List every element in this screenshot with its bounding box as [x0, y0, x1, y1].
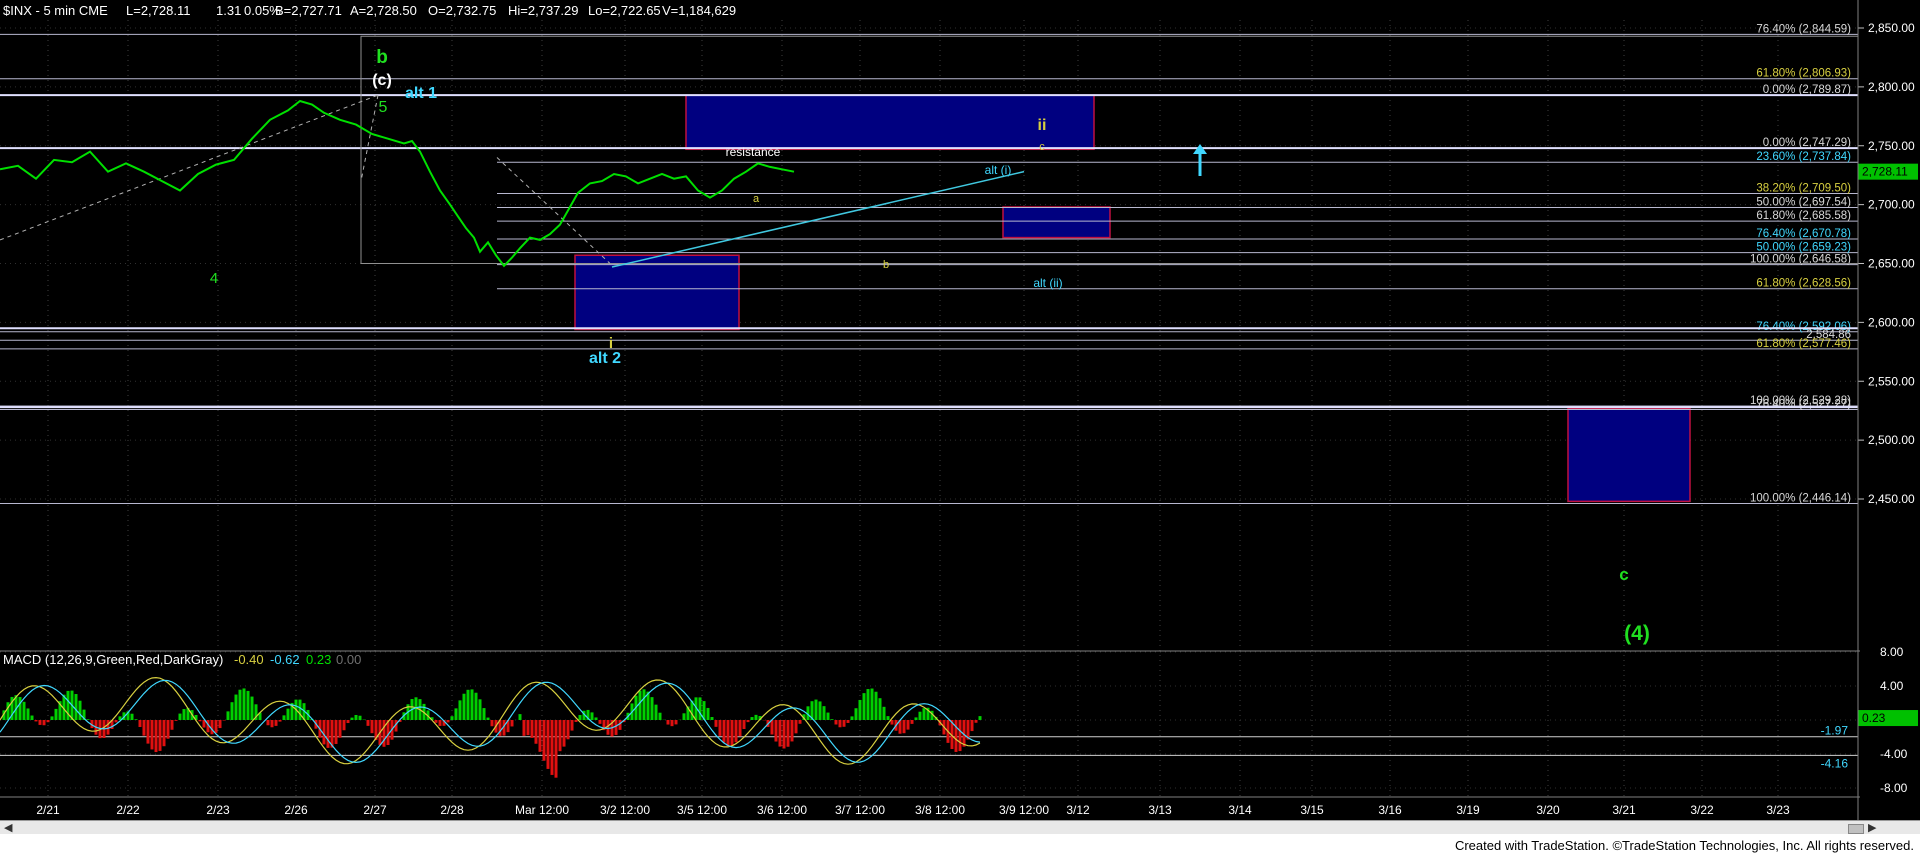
macd-readout: -4.16: [1821, 756, 1849, 770]
price-tick-label: 2,650.00: [1868, 257, 1915, 271]
wave-label: c: [1039, 141, 1045, 153]
fib-level-label: 61.80% (2,806.93): [1756, 68, 1851, 80]
macd-readout: 0.23: [1862, 711, 1886, 725]
time-tick-label: 2/26: [284, 803, 308, 817]
price-tick-label: 2,800.00: [1868, 80, 1915, 94]
wave-label: alt 1: [405, 85, 437, 102]
header-symbol: $INX - 5 min CME: [3, 3, 108, 18]
price-tick-label: 2,600.00: [1868, 315, 1915, 329]
wave-label: (4): [1624, 622, 1650, 645]
time-tick-label: 3/8 12:00: [915, 803, 965, 817]
time-tick-label: 2/22: [116, 803, 140, 817]
time-tick-label: 3/14: [1228, 803, 1252, 817]
macd-tick-label: 8.00: [1880, 645, 1904, 659]
scroll-left-icon[interactable]: ◀: [4, 821, 12, 834]
time-tick-label: 3/5 12:00: [677, 803, 727, 817]
scroll-thumb[interactable]: [1848, 824, 1864, 834]
macd-value-4: 0.00: [336, 652, 361, 667]
time-tick-label: 2/27: [363, 803, 387, 817]
time-tick-label: 3/12: [1066, 803, 1090, 817]
alt-2-box: [574, 254, 740, 331]
fib-level-label: 23.60% (2,737.84): [1756, 151, 1851, 163]
fib-level-label: 76.40% (2,670.78): [1756, 228, 1851, 240]
wave-c-box: [1567, 407, 1691, 503]
last-price-label: 2,728.11: [1862, 165, 1908, 179]
resistance-box: [685, 94, 1095, 151]
time-tick-label: 2/28: [440, 803, 464, 817]
time-tick-label: 3/2 12:00: [600, 803, 650, 817]
footer-bar: Created with TradeStation. ©TradeStation…: [0, 834, 1920, 858]
macd-tick-label: -8.00: [1880, 781, 1908, 795]
fib-level-label: 76.40% (2,527.27): [1756, 399, 1851, 411]
wave-label: alt 2: [589, 350, 621, 367]
wave-label: 4: [210, 270, 218, 287]
time-tick-label: 3/23: [1766, 803, 1790, 817]
price-tick-label: 2,750.00: [1868, 139, 1915, 153]
macd-tick-label: -4.00: [1880, 747, 1908, 761]
header-open: O=2,732.75: [428, 3, 496, 18]
price-tick-label: 2,550.00: [1868, 374, 1915, 388]
time-tick-label: 3/21: [1612, 803, 1636, 817]
wave-label: b: [883, 259, 889, 271]
header-change: 1.31: [216, 3, 241, 18]
fib-level-label: 38.20% (2,709.50): [1756, 182, 1851, 194]
time-tick-label: 3/13: [1148, 803, 1172, 817]
wave-label: i: [609, 335, 613, 352]
time-tick-label: 3/19: [1456, 803, 1480, 817]
time-tick-label: 3/20: [1536, 803, 1560, 817]
price-tick-label: 2,850.00: [1868, 21, 1915, 35]
time-tick-label: 3/15: [1300, 803, 1324, 817]
header-last: L=2,728.11: [126, 3, 190, 18]
time-tick-label: 3/9 12:00: [999, 803, 1049, 817]
time-tick-label: Mar 12:00: [515, 803, 569, 817]
wave-label: a: [753, 193, 760, 205]
wave-label: alt (i): [985, 163, 1012, 177]
scroll-right-icon[interactable]: ▶: [1868, 821, 1876, 834]
macd-value-1: -0.40: [234, 652, 264, 667]
header-volume: V=1,184,629: [662, 3, 736, 18]
time-tick-label: 3/16: [1378, 803, 1402, 817]
macd-value-2: -0.62: [270, 652, 300, 667]
wave-label: resistance: [726, 145, 781, 159]
header-ask: A=2,728.50: [350, 3, 417, 18]
macd-value-3: 0.23: [306, 652, 331, 667]
wave-label: 5: [379, 99, 388, 116]
fib-level-label: 61.80% (2,577.46): [1756, 338, 1851, 350]
time-tick-label: 3/6 12:00: [757, 803, 807, 817]
fib-level-label: 50.00% (2,659.23): [1756, 242, 1851, 254]
wave-label: (c): [372, 72, 392, 89]
header-bid: B=2,727.71: [275, 3, 342, 18]
horizontal-scrollbar[interactable]: ◀ ▶: [0, 820, 1920, 835]
header-high: Hi=2,737.29: [508, 3, 578, 18]
time-tick-label: 3/22: [1690, 803, 1714, 817]
macd-label: MACD (12,26,9,Green,Red,DarkGray): [3, 652, 223, 667]
fib-level-label: 76.40% (2,844.59): [1756, 23, 1851, 35]
wave-label: b: [376, 47, 388, 68]
wave-label: ii: [1038, 117, 1047, 134]
time-tick-label: 3/7 12:00: [835, 803, 885, 817]
fib-level-label: 50.00% (2,697.54): [1756, 197, 1851, 209]
alt-ii-box: [1002, 206, 1111, 239]
price-chart: $INX - 5 min CME L=2,728.11 1.31 0.05% B…: [0, 0, 1920, 820]
time-tick-label: 2/23: [206, 803, 230, 817]
price-tick-label: 2,450.00: [1868, 492, 1915, 506]
wave-label: alt (ii): [1033, 276, 1062, 290]
price-tick-label: 2,500.00: [1868, 433, 1915, 447]
time-tick-label: 2/21: [36, 803, 60, 817]
macd-tick-label: 4.00: [1880, 679, 1904, 693]
wave-label: c: [1619, 565, 1628, 584]
footer-credit: Created with TradeStation. ©TradeStation…: [1454, 838, 1914, 853]
price-tick-label: 2,700.00: [1868, 198, 1915, 212]
fib-level-label: 61.80% (2,685.58): [1756, 210, 1851, 222]
fib-level-label: 61.80% (2,628.56): [1756, 278, 1851, 290]
macd-readout: -1.97: [1821, 724, 1849, 738]
fib-level-label: 100.00% (2,446.14): [1750, 493, 1851, 505]
header-low: Lo=2,722.65: [588, 3, 661, 18]
